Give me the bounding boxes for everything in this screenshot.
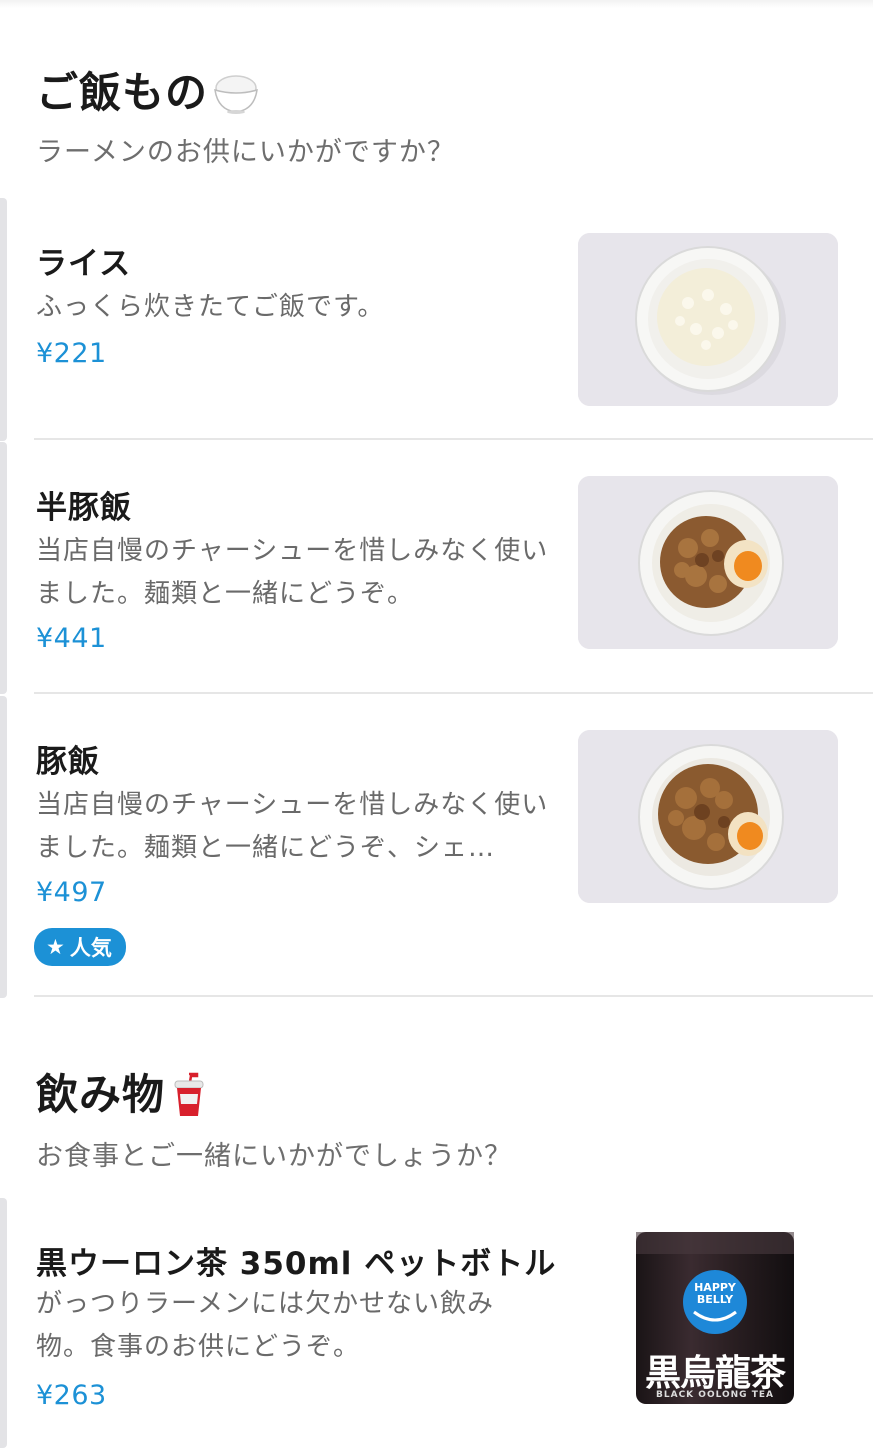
rice-bowl-image bbox=[578, 233, 838, 406]
menu-item-black-oolong-tea[interactable]: 黒ウーロン茶 350ml ペットボトル がっつりラーメンには欠かせない飲み物。食… bbox=[0, 1198, 873, 1448]
bottle-sub-label: BLACK OOLONG TEA bbox=[656, 1390, 774, 1400]
bottle-product-label: 黒烏龍茶 bbox=[644, 1353, 786, 1394]
pork-rice-bowl-image bbox=[578, 476, 838, 649]
item-price: ¥441 bbox=[36, 623, 107, 654]
section-title: ご飯もの bbox=[36, 72, 455, 114]
section-title: 飲み物 bbox=[36, 1072, 512, 1118]
top-shadow bbox=[0, 0, 873, 8]
badge-label: 人気 bbox=[69, 936, 112, 960]
item-name: ライス bbox=[36, 246, 132, 282]
item-edge bbox=[0, 696, 7, 998]
item-description: 当店自慢のチャーシューを惜しみなく使いました。麺類と一緒にどうぞ。 bbox=[36, 536, 549, 609]
item-name: 黒ウーロン茶 350ml ペットボトル bbox=[36, 1246, 557, 1282]
star-icon: ★ bbox=[46, 935, 65, 959]
item-price: ¥263 bbox=[36, 1380, 107, 1411]
divider bbox=[34, 995, 873, 997]
section-title-text: 飲み物 bbox=[36, 1070, 166, 1119]
item-description: 当店自慢のチャーシューを惜しみなく使いました。麺類と一緒にどうぞ、シェ… bbox=[36, 790, 549, 863]
section-header-drinks: 飲み物 お食事とご一緒にいかがでしょうか？ bbox=[36, 1072, 512, 1173]
pork-rice-bowl-image bbox=[578, 730, 838, 903]
menu-item-half-pork-rice[interactable]: 半豚飯 当店自慢のチャーシューを惜しみなく使いました。麺類と一緒にどうぞ。 ¥4… bbox=[0, 442, 873, 694]
divider bbox=[34, 692, 873, 694]
divider bbox=[34, 438, 873, 440]
menu-page: ご飯もの ラーメンのお供にいかがですか？ ライス ふっくら炊きたてご飯です。 ¥… bbox=[0, 0, 873, 1448]
item-edge bbox=[0, 198, 7, 441]
popular-badge: ★ 人気 bbox=[34, 928, 126, 966]
section-subtitle: ラーメンのお供にいかがですか？ bbox=[36, 137, 455, 168]
bottle-brand-label: HAPPY BELLY bbox=[694, 1281, 736, 1306]
item-price: ¥221 bbox=[36, 338, 107, 369]
menu-item-pork-rice[interactable]: 豚飯 当店自慢のチャーシューを惜しみなく使いました。麺類と一緒にどうぞ、シェ… … bbox=[0, 696, 873, 998]
item-edge bbox=[0, 442, 7, 694]
item-description: がっつりラーメンには欠かせない飲み物。食事のお供にどうぞ。 bbox=[36, 1289, 494, 1362]
section-subtitle: お食事とご一緒にいかがでしょうか？ bbox=[36, 1141, 512, 1172]
rice-bowl-icon bbox=[212, 72, 260, 114]
menu-item-rice[interactable]: ライス ふっくら炊きたてご飯です。 ¥221 bbox=[0, 198, 873, 441]
section-header-rice: ご飯もの ラーメンのお供にいかがですか？ bbox=[36, 72, 455, 169]
cup-with-straw-icon bbox=[171, 1072, 207, 1118]
section-title-text: ご飯もの bbox=[36, 68, 209, 117]
item-name: 豚飯 bbox=[36, 744, 100, 780]
item-price: ¥497 bbox=[36, 877, 107, 908]
item-description: ふっくら炊きたてご飯です。 bbox=[36, 292, 385, 322]
item-name: 半豚飯 bbox=[36, 490, 132, 526]
item-edge bbox=[0, 1198, 7, 1448]
black-oolong-tea-bottle-image: HAPPY BELLY 黒烏龍茶 BLACK OOLONG TEA bbox=[636, 1232, 794, 1404]
